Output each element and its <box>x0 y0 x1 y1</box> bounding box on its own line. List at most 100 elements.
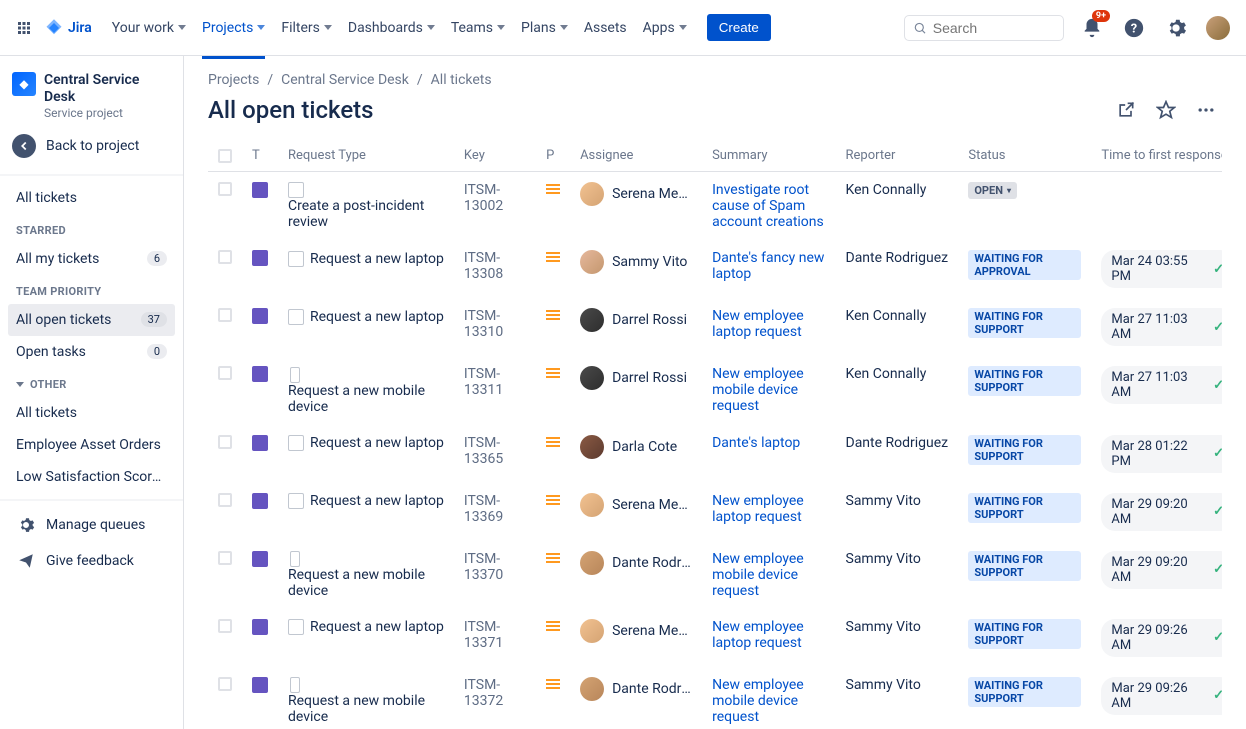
status-badge[interactable]: WAITING FOR SUPPORT <box>968 677 1081 707</box>
nav-teams[interactable]: Teams <box>443 14 513 42</box>
issue-key[interactable]: ITSM-13365 <box>454 425 536 483</box>
table-row[interactable]: Create a post-incident reviewITSM-13002S… <box>208 172 1222 241</box>
row-checkbox[interactable] <box>218 435 232 449</box>
help-icon[interactable]: ? <box>1118 12 1150 44</box>
sidebar-action-gear[interactable]: Manage queues <box>8 507 175 543</box>
status-badge[interactable]: WAITING FOR APPROVAL <box>968 250 1081 280</box>
summary-link[interactable]: Investigate root cause of Spam account c… <box>712 182 824 230</box>
column-header[interactable]: Time to first response <box>1091 140 1222 172</box>
assignee[interactable]: Dante Rodri… <box>580 551 692 575</box>
column-header[interactable]: T <box>242 140 278 172</box>
summary-link[interactable]: New employee mobile device request <box>712 677 804 725</box>
table-row[interactable]: Request a new laptopITSM-13369 Serena Meh… <box>208 483 1222 541</box>
status-badge[interactable]: WAITING FOR SUPPORT <box>968 551 1081 581</box>
assignee[interactable]: Sammy Vito <box>580 250 692 274</box>
nav-projects[interactable]: Projects <box>194 14 273 42</box>
summary-link[interactable]: New employee laptop request <box>712 308 804 340</box>
sidebar-action-megaphone[interactable]: Give feedback <box>8 543 175 579</box>
row-checkbox[interactable] <box>218 182 232 196</box>
table-row[interactable]: Request a new laptopITSM-13310Darrel Ros… <box>208 298 1222 356</box>
table-row[interactable]: Request a new laptopITSM-13371Serena Meh… <box>208 609 1222 667</box>
reporter: Ken Connally <box>836 172 959 241</box>
table-row[interactable]: Request a new laptopITSM-13308Sammy Vito… <box>208 240 1222 298</box>
row-checkbox[interactable] <box>218 619 232 633</box>
sidebar-item[interactable]: All open tickets37 <box>8 304 175 336</box>
issue-key[interactable]: ITSM-13371 <box>454 609 536 667</box>
assignee[interactable]: Darla Cote <box>580 435 692 459</box>
status-badge[interactable]: WAITING FOR SUPPORT <box>968 366 1081 396</box>
sidebar-all-tickets[interactable]: All tickets <box>8 182 175 214</box>
search-input[interactable] <box>904 15 1064 41</box>
status-badge[interactable]: OPEN ▾ <box>968 182 1017 199</box>
nav-filters[interactable]: Filters <box>273 14 340 42</box>
table-row[interactable]: Request a new mobile deviceITSM-13372Dan… <box>208 667 1222 729</box>
project-header[interactable]: ◆ Central Service Desk Service project <box>8 68 175 124</box>
breadcrumb-link[interactable]: Projects <box>208 72 259 88</box>
status-badge[interactable]: WAITING FOR SUPPORT <box>968 493 1081 523</box>
summary-link[interactable]: New employee mobile device request <box>712 366 804 414</box>
issue-key[interactable]: ITSM-13370 <box>454 541 536 609</box>
nav-assets[interactable]: Assets <box>576 14 635 42</box>
back-to-project[interactable]: Back to project <box>8 124 175 168</box>
issue-key[interactable]: ITSM-13002 <box>454 172 536 241</box>
request-type: Request a new laptop <box>278 483 454 541</box>
issue-key[interactable]: ITSM-13372 <box>454 667 536 729</box>
notifications-icon[interactable]: 9+ <box>1076 12 1108 44</box>
column-header[interactable]: Reporter <box>836 140 959 172</box>
sidebar-item[interactable]: Open tasks0 <box>8 336 175 368</box>
column-header[interactable] <box>208 140 242 172</box>
table-row[interactable]: Request a new laptopITSM-13365Darla Cote… <box>208 425 1222 483</box>
column-header[interactable]: Key <box>454 140 536 172</box>
table-row[interactable]: Request a new mobile deviceITSM-13311Dar… <box>208 356 1222 424</box>
row-checkbox[interactable] <box>218 677 232 691</box>
sidebar-item[interactable]: Employee Asset Orders <box>8 429 175 461</box>
row-checkbox[interactable] <box>218 551 232 565</box>
summary-link[interactable]: Dante's laptop <box>712 435 800 451</box>
assignee[interactable]: Dante Rodri… <box>580 677 692 701</box>
select-all-checkbox[interactable] <box>218 149 232 163</box>
create-button[interactable]: Create <box>707 14 771 41</box>
assignee[interactable]: Serena Meh… <box>580 619 692 643</box>
column-header[interactable]: Assignee <box>570 140 702 172</box>
assignee[interactable]: Serena Meh… <box>580 182 692 206</box>
summary-link[interactable]: New employee mobile device request <box>712 551 804 599</box>
user-avatar[interactable] <box>1202 12 1234 44</box>
assignee[interactable]: Darrel Rossi <box>580 308 692 332</box>
assignee[interactable]: Serena Meh… <box>580 493 692 517</box>
nav-your-work[interactable]: Your work <box>104 14 194 42</box>
summary-link[interactable]: Dante's fancy new laptop <box>712 250 824 282</box>
row-checkbox[interactable] <box>218 308 232 322</box>
sidebar-item[interactable]: All tickets <box>8 397 175 429</box>
summary-link[interactable]: New employee laptop request <box>712 619 804 651</box>
breadcrumb-link[interactable]: Central Service Desk <box>281 72 409 88</box>
settings-icon[interactable] <box>1160 12 1192 44</box>
star-icon[interactable] <box>1150 94 1182 126</box>
status-badge[interactable]: WAITING FOR SUPPORT <box>968 435 1081 465</box>
column-header[interactable]: Request Type <box>278 140 454 172</box>
column-header[interactable]: P <box>536 140 570 172</box>
assignee[interactable]: Darrel Rossi <box>580 366 692 390</box>
app-switcher-icon[interactable] <box>12 16 36 40</box>
breadcrumb-link[interactable]: All tickets <box>431 72 492 88</box>
sidebar-item[interactable]: Low Satisfaction Scores (P… <box>8 461 175 493</box>
column-header[interactable]: Summary <box>702 140 835 172</box>
status-badge[interactable]: WAITING FOR SUPPORT <box>968 619 1081 649</box>
column-header[interactable]: Status <box>958 140 1091 172</box>
table-row[interactable]: Request a new mobile deviceITSM-13370Dan… <box>208 541 1222 609</box>
more-icon[interactable] <box>1190 94 1222 126</box>
row-checkbox[interactable] <box>218 493 232 507</box>
row-checkbox[interactable] <box>218 366 232 380</box>
status-badge[interactable]: WAITING FOR SUPPORT <box>968 308 1081 338</box>
nav-dashboards[interactable]: Dashboards <box>340 14 443 42</box>
open-external-icon[interactable] <box>1110 94 1142 126</box>
issue-key[interactable]: ITSM-13369 <box>454 483 536 541</box>
nav-apps[interactable]: Apps <box>635 14 695 42</box>
issue-key[interactable]: ITSM-13308 <box>454 240 536 298</box>
summary-link[interactable]: New employee laptop request <box>712 493 804 525</box>
issue-key[interactable]: ITSM-13311 <box>454 356 536 424</box>
issue-key[interactable]: ITSM-13310 <box>454 298 536 356</box>
row-checkbox[interactable] <box>218 250 232 264</box>
nav-plans[interactable]: Plans <box>513 14 576 42</box>
jira-logo[interactable]: Jira <box>44 18 92 38</box>
sidebar-item[interactable]: All my tickets6 <box>8 243 175 275</box>
